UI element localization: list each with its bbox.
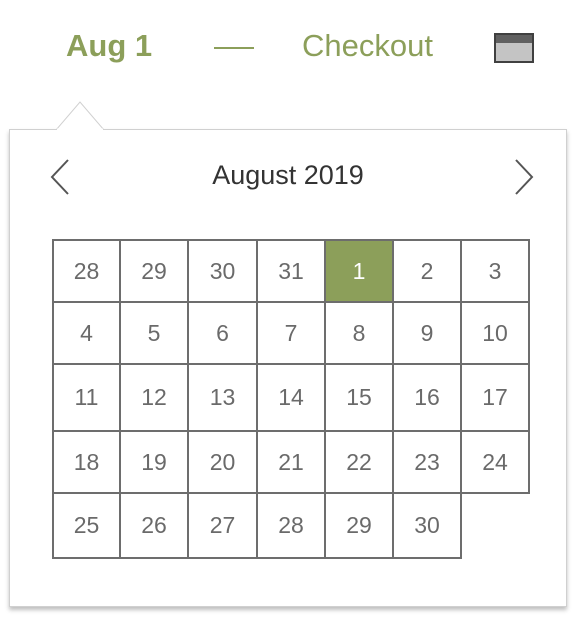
checkout-date[interactable]: Checkout [302, 28, 433, 64]
day-cell[interactable]: 27 [187, 492, 258, 559]
day-cell[interactable]: 10 [460, 301, 530, 365]
month-title: August 2019 [212, 160, 364, 190]
date-range-header: Aug 1 Checkout [0, 0, 576, 100]
day-cell[interactable]: 4 [52, 301, 121, 365]
day-cell[interactable]: 29 [324, 492, 394, 559]
day-cell[interactable]: 19 [119, 430, 189, 494]
day-cell[interactable]: 30 [392, 492, 462, 559]
day-cell[interactable]: 29 [119, 239, 189, 303]
popup-pointer [56, 101, 104, 130]
day-cell[interactable]: 13 [187, 363, 258, 432]
day-cell[interactable]: 30 [187, 239, 258, 303]
day-cell[interactable]: 6 [187, 301, 258, 365]
day-cell[interactable]: 15 [324, 363, 394, 432]
day-cell[interactable]: 16 [392, 363, 462, 432]
day-cell[interactable]: 23 [392, 430, 462, 494]
day-cell[interactable]: 5 [119, 301, 189, 365]
day-cell-selected[interactable]: 1 [324, 239, 394, 303]
day-cell[interactable]: 20 [187, 430, 258, 494]
range-separator [214, 47, 254, 49]
day-cell[interactable]: 3 [460, 239, 530, 303]
day-cell[interactable]: 12 [119, 363, 189, 432]
day-cell[interactable]: 11 [52, 363, 121, 432]
calendar-icon[interactable] [494, 33, 534, 63]
day-cell[interactable]: 24 [460, 430, 530, 494]
day-cell[interactable]: 17 [460, 363, 530, 432]
day-cell[interactable]: 8 [324, 301, 394, 365]
day-cell[interactable]: 7 [256, 301, 326, 365]
day-cell[interactable]: 22 [324, 430, 394, 494]
day-cell[interactable]: 28 [256, 492, 326, 559]
day-cell[interactable]: 18 [52, 430, 121, 494]
day-cell[interactable]: 9 [392, 301, 462, 365]
day-cell[interactable]: 2 [392, 239, 462, 303]
day-cell[interactable]: 31 [256, 239, 326, 303]
day-cell[interactable]: 14 [256, 363, 326, 432]
calendar-icon-header-bar [496, 35, 532, 43]
day-cell[interactable]: 28 [52, 239, 121, 303]
chevron-right-icon[interactable] [512, 157, 536, 197]
day-cell[interactable]: 21 [256, 430, 326, 494]
day-cell[interactable]: 25 [52, 492, 121, 559]
checkin-date[interactable]: Aug 1 [66, 28, 152, 64]
day-cell[interactable]: 26 [119, 492, 189, 559]
